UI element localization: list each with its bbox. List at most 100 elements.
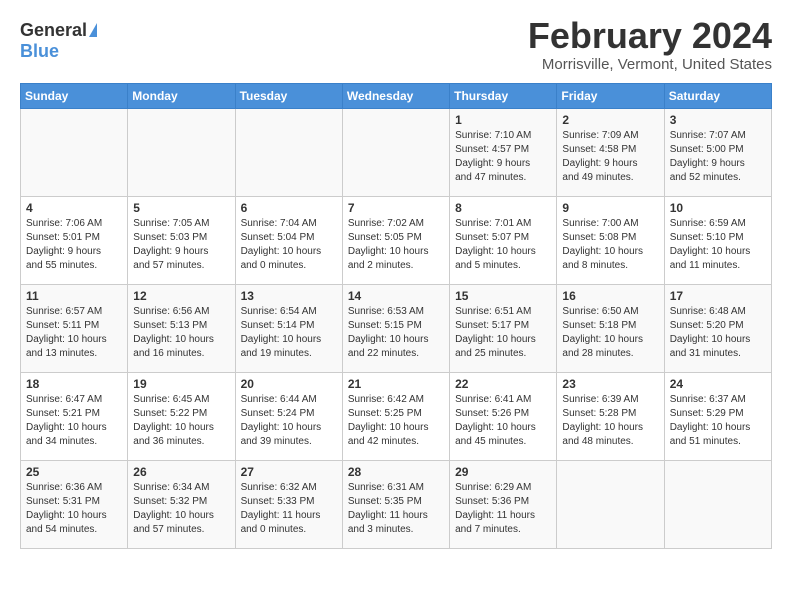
day-number: 18	[26, 377, 122, 391]
calendar-cell: 21Sunrise: 6:42 AM Sunset: 5:25 PM Dayli…	[342, 372, 449, 460]
calendar-cell: 1Sunrise: 7:10 AM Sunset: 4:57 PM Daylig…	[450, 108, 557, 196]
day-info: Sunrise: 6:29 AM Sunset: 5:36 PM Dayligh…	[455, 481, 551, 537]
day-number: 11	[26, 289, 122, 303]
logo-blue-text: Blue	[20, 41, 59, 62]
day-number: 6	[241, 201, 337, 215]
calendar-week-row: 4 Sunrise: 7:06 AM Sunset: 5:01 PM Daylig…	[21, 196, 772, 284]
day-number: 23	[562, 377, 658, 391]
calendar-body: 1Sunrise: 7:10 AM Sunset: 4:57 PM Daylig…	[21, 108, 772, 548]
day-of-week-header: Tuesday	[235, 83, 342, 108]
day-number: 22	[455, 377, 551, 391]
calendar-cell: 2Sunrise: 7:09 AM Sunset: 4:58 PM Daylig…	[557, 108, 664, 196]
day-info: Sunrise: 6:51 AM Sunset: 5:17 PM Dayligh…	[455, 305, 551, 361]
day-info: Sunrise: 7:02 AM Sunset: 5:05 PM Dayligh…	[348, 217, 444, 273]
day-info: Sunrise: 7:05 AM Sunset: 5:03 PM Dayligh…	[133, 217, 229, 273]
day-info: Sunrise: 6:53 AM Sunset: 5:15 PM Dayligh…	[348, 305, 444, 361]
calendar-cell	[21, 108, 128, 196]
day-number: 16	[562, 289, 658, 303]
calendar-week-row: 18 Sunrise: 6:47 AM Sunset: 5:21 PM Dayli…	[21, 372, 772, 460]
calendar-cell: 4 Sunrise: 7:06 AM Sunset: 5:01 PM Daylig…	[21, 196, 128, 284]
page-header: General Blue February 2024 Morrisville, …	[20, 16, 772, 73]
day-number: 20	[241, 377, 337, 391]
day-info: Sunrise: 6:57 AM Sunset: 5:11 PM Dayligh…	[26, 305, 122, 361]
day-number: 24	[670, 377, 766, 391]
day-info: Sunrise: 6:42 AM Sunset: 5:25 PM Dayligh…	[348, 393, 444, 449]
day-of-week-header: Friday	[557, 83, 664, 108]
day-info: Sunrise: 6:47 AM Sunset: 5:21 PM Dayligh…	[26, 393, 122, 449]
calendar-cell: 8 Sunrise: 7:01 AM Sunset: 5:07 PM Daylig…	[450, 196, 557, 284]
calendar-cell: 5 Sunrise: 7:05 AM Sunset: 5:03 PM Daylig…	[128, 196, 235, 284]
calendar-cell: 26 Sunrise: 6:34 AM Sunset: 5:32 PM Dayli…	[128, 460, 235, 548]
calendar-table: SundayMondayTuesdayWednesdayThursdayFrid…	[20, 83, 772, 549]
calendar-cell: 19Sunrise: 6:45 AM Sunset: 5:22 PM Dayli…	[128, 372, 235, 460]
day-number: 28	[348, 465, 444, 479]
calendar-cell: 11 Sunrise: 6:57 AM Sunset: 5:11 PM Dayli…	[21, 284, 128, 372]
title-area: February 2024 Morrisville, Vermont, Unit…	[528, 16, 772, 73]
calendar-cell: 18 Sunrise: 6:47 AM Sunset: 5:21 PM Dayli…	[21, 372, 128, 460]
day-number: 4	[26, 201, 122, 215]
day-number: 8	[455, 201, 551, 215]
day-of-week-header: Sunday	[21, 83, 128, 108]
day-info: Sunrise: 7:10 AM Sunset: 4:57 PM Dayligh…	[455, 129, 551, 185]
day-number: 10	[670, 201, 766, 215]
day-info: Sunrise: 6:37 AM Sunset: 5:29 PM Dayligh…	[670, 393, 766, 449]
calendar-cell	[664, 460, 771, 548]
calendar-cell: 9 Sunrise: 7:00 AM Sunset: 5:08 PM Daylig…	[557, 196, 664, 284]
calendar-cell	[557, 460, 664, 548]
day-of-week-header: Thursday	[450, 83, 557, 108]
day-number: 13	[241, 289, 337, 303]
calendar-cell: 15 Sunrise: 6:51 AM Sunset: 5:17 PM Dayli…	[450, 284, 557, 372]
day-info: Sunrise: 6:34 AM Sunset: 5:32 PM Dayligh…	[133, 481, 229, 537]
calendar-cell	[128, 108, 235, 196]
day-info: Sunrise: 6:32 AM Sunset: 5:33 PM Dayligh…	[241, 481, 337, 537]
calendar-week-row: 11 Sunrise: 6:57 AM Sunset: 5:11 PM Dayli…	[21, 284, 772, 372]
calendar-cell: 17Sunrise: 6:48 AM Sunset: 5:20 PM Dayli…	[664, 284, 771, 372]
day-of-week-header: Wednesday	[342, 83, 449, 108]
calendar-cell: 10Sunrise: 6:59 AM Sunset: 5:10 PM Dayli…	[664, 196, 771, 284]
calendar-cell: 3 Sunrise: 7:07 AM Sunset: 5:00 PM Daylig…	[664, 108, 771, 196]
calendar-cell: 12 Sunrise: 6:56 AM Sunset: 5:13 PM Dayli…	[128, 284, 235, 372]
day-number: 5	[133, 201, 229, 215]
day-number: 12	[133, 289, 229, 303]
day-number: 25	[26, 465, 122, 479]
calendar-cell	[235, 108, 342, 196]
logo-triangle-icon	[89, 23, 97, 37]
day-number: 3	[670, 113, 766, 127]
day-number: 17	[670, 289, 766, 303]
calendar-cell: 22 Sunrise: 6:41 AM Sunset: 5:26 PM Dayli…	[450, 372, 557, 460]
calendar-cell: 25 Sunrise: 6:36 AM Sunset: 5:31 PM Dayli…	[21, 460, 128, 548]
calendar-cell: 16 Sunrise: 6:50 AM Sunset: 5:18 PM Dayli…	[557, 284, 664, 372]
calendar-cell: 24 Sunrise: 6:37 AM Sunset: 5:29 PM Dayli…	[664, 372, 771, 460]
day-info: Sunrise: 6:31 AM Sunset: 5:35 PM Dayligh…	[348, 481, 444, 537]
day-info: Sunrise: 7:07 AM Sunset: 5:00 PM Dayligh…	[670, 129, 766, 185]
day-info: Sunrise: 7:00 AM Sunset: 5:08 PM Dayligh…	[562, 217, 658, 273]
day-info: Sunrise: 6:45 AM Sunset: 5:22 PM Dayligh…	[133, 393, 229, 449]
day-of-week-header: Monday	[128, 83, 235, 108]
day-info: Sunrise: 6:50 AM Sunset: 5:18 PM Dayligh…	[562, 305, 658, 361]
day-info: Sunrise: 6:36 AM Sunset: 5:31 PM Dayligh…	[26, 481, 122, 537]
calendar-cell: 6 Sunrise: 7:04 AM Sunset: 5:04 PM Daylig…	[235, 196, 342, 284]
day-number: 14	[348, 289, 444, 303]
day-info: Sunrise: 7:09 AM Sunset: 4:58 PM Dayligh…	[562, 129, 658, 185]
day-info: Sunrise: 7:06 AM Sunset: 5:01 PM Dayligh…	[26, 217, 122, 273]
day-info: Sunrise: 7:01 AM Sunset: 5:07 PM Dayligh…	[455, 217, 551, 273]
day-info: Sunrise: 6:41 AM Sunset: 5:26 PM Dayligh…	[455, 393, 551, 449]
logo-general-text: General	[20, 20, 87, 41]
day-number: 15	[455, 289, 551, 303]
day-info: Sunrise: 6:56 AM Sunset: 5:13 PM Dayligh…	[133, 305, 229, 361]
day-info: Sunrise: 6:39 AM Sunset: 5:28 PM Dayligh…	[562, 393, 658, 449]
calendar-cell: 28 Sunrise: 6:31 AM Sunset: 5:35 PM Dayli…	[342, 460, 449, 548]
day-number: 7	[348, 201, 444, 215]
day-number: 9	[562, 201, 658, 215]
day-info: Sunrise: 6:44 AM Sunset: 5:24 PM Dayligh…	[241, 393, 337, 449]
calendar-cell: 7 Sunrise: 7:02 AM Sunset: 5:05 PM Daylig…	[342, 196, 449, 284]
calendar-cell: 13Sunrise: 6:54 AM Sunset: 5:14 PM Dayli…	[235, 284, 342, 372]
day-info: Sunrise: 7:04 AM Sunset: 5:04 PM Dayligh…	[241, 217, 337, 273]
day-of-week-header: Saturday	[664, 83, 771, 108]
calendar-cell: 27 Sunrise: 6:32 AM Sunset: 5:33 PM Dayli…	[235, 460, 342, 548]
header-row: SundayMondayTuesdayWednesdayThursdayFrid…	[21, 83, 772, 108]
day-number: 26	[133, 465, 229, 479]
calendar-cell: 23 Sunrise: 6:39 AM Sunset: 5:28 PM Dayli…	[557, 372, 664, 460]
day-number: 27	[241, 465, 337, 479]
calendar-week-row: 25 Sunrise: 6:36 AM Sunset: 5:31 PM Dayli…	[21, 460, 772, 548]
